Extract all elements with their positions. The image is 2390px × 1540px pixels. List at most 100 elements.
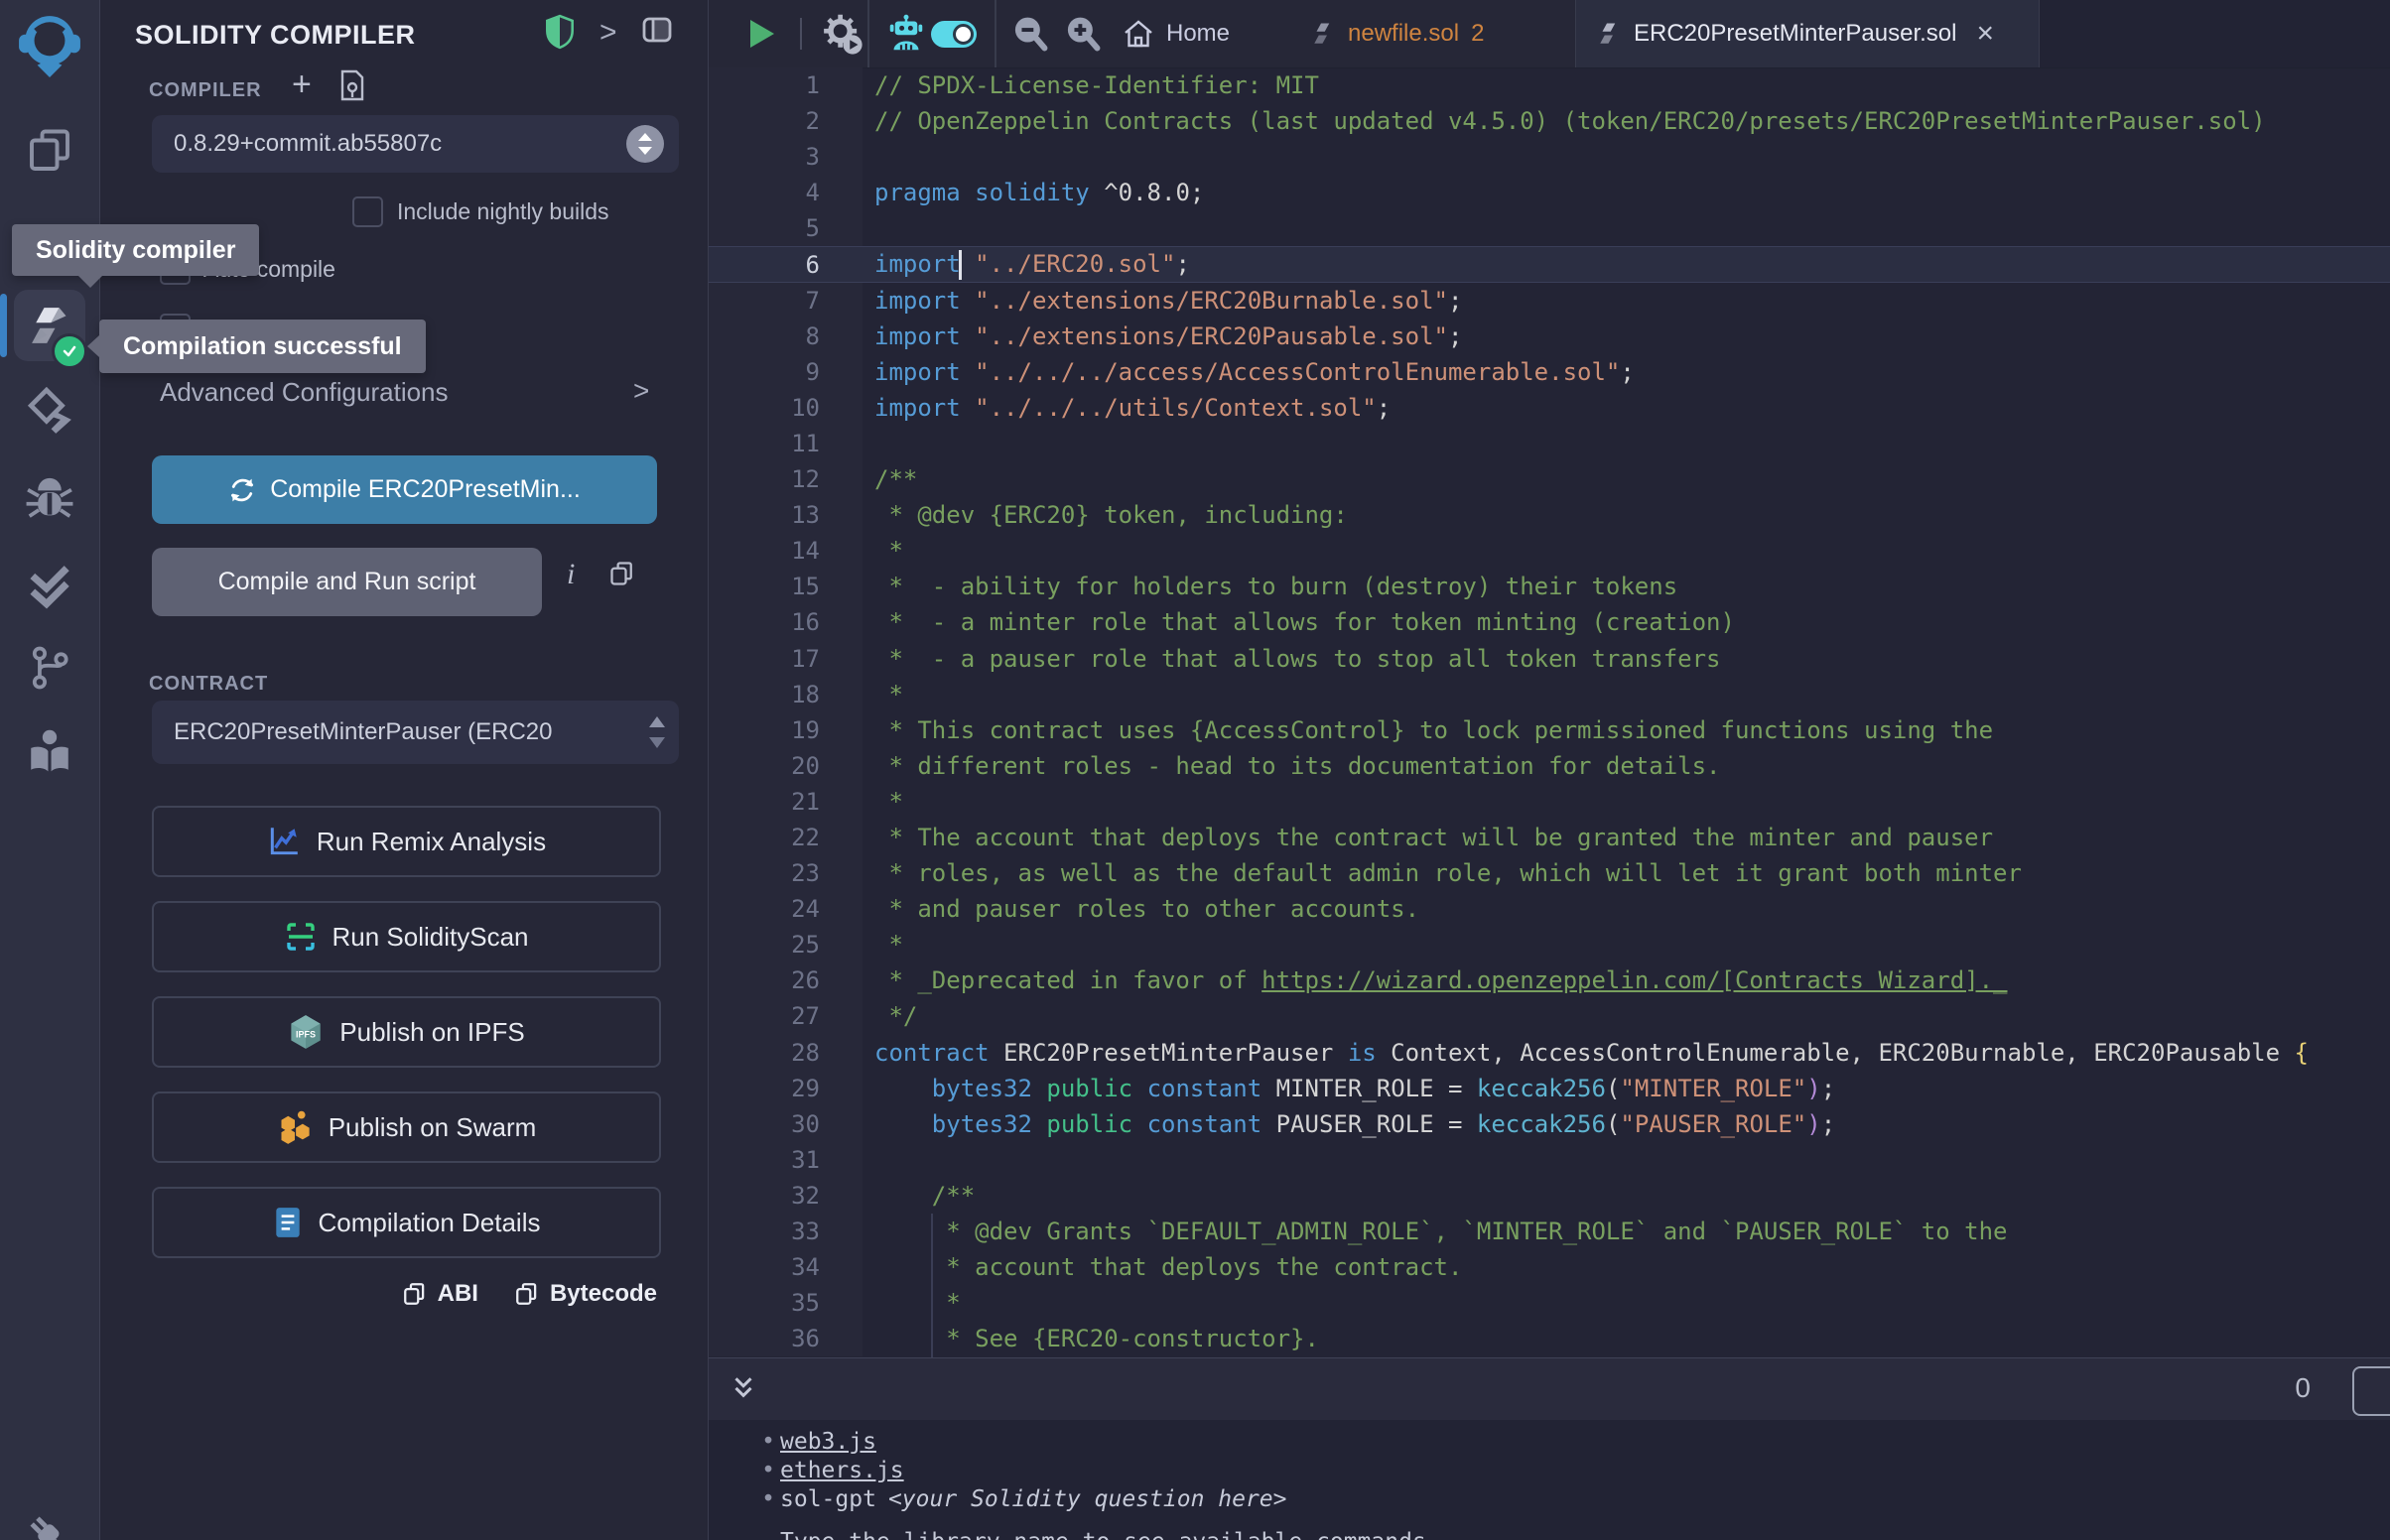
code-line[interactable]: 35 * — [709, 1285, 2390, 1321]
code-text: bytes32 public constant PAUSER_ROLE = ke… — [863, 1110, 1835, 1138]
code-line[interactable]: 33 * @dev Grants `DEFAULT_ADMIN_ROLE`, `… — [709, 1214, 2390, 1249]
compilation-details-button[interactable]: Compilation Details — [152, 1187, 661, 1258]
close-tab-icon[interactable]: × — [1976, 17, 1994, 51]
code-line[interactable]: 13 * @dev {ERC20} token, including: — [709, 497, 2390, 533]
code-line[interactable]: 8import "../extensions/ERC20Pausable.sol… — [709, 319, 2390, 354]
version-sort-icon[interactable] — [625, 124, 665, 164]
compiler-file-icon[interactable] — [338, 69, 366, 101]
toolbar-divider — [800, 18, 802, 50]
zoom-out-icon[interactable] — [1009, 13, 1051, 55]
line-number: 6 — [709, 246, 863, 282]
code-line[interactable]: 4pragma solidity ^0.8.0; — [709, 175, 2390, 210]
code-text: * — [863, 681, 903, 708]
code-line[interactable]: 18 * — [709, 677, 2390, 712]
code-line[interactable]: 24 * and pauser roles to other accounts. — [709, 891, 2390, 927]
compile-and-run-button[interactable]: Compile and Run script — [152, 548, 542, 616]
line-number: 4 — [709, 175, 863, 210]
bytecode-label: Bytecode — [550, 1280, 657, 1308]
terminal-clipped-button[interactable] — [2352, 1366, 2390, 1416]
terminal-header[interactable]: 0 — [709, 1357, 2390, 1420]
contract-select[interactable]: ERC20PresetMinterPauser (ERC20 — [152, 701, 679, 764]
run-solidityscan-button[interactable]: Run SolidityScan — [152, 901, 661, 972]
run-script-play-icon[interactable] — [746, 18, 776, 50]
code-editor[interactable]: 1// SPDX-License-Identifier: MIT2// Open… — [709, 67, 2390, 1357]
code-line[interactable]: 20 * different roles - head to its docum… — [709, 748, 2390, 784]
code-line[interactable]: 31 — [709, 1142, 2390, 1178]
plugin-manager-icon[interactable] — [0, 1510, 99, 1540]
terminal-hint: Type the library name to see available c… — [780, 1529, 1440, 1540]
line-number: 19 — [709, 712, 863, 748]
bullet-icon: • — [756, 1429, 780, 1455]
code-line[interactable]: 30 bytes32 public constant PAUSER_ROLE =… — [709, 1106, 2390, 1142]
pin-panel-icon[interactable] — [641, 14, 673, 46]
file-explorer-icon[interactable] — [0, 127, 99, 175]
deploy-run-icon[interactable] — [0, 387, 99, 437]
line-number: 12 — [709, 461, 863, 497]
code-text: import "../ERC20.sol"; — [863, 250, 1190, 280]
code-line[interactable]: 14 * — [709, 533, 2390, 569]
code-line[interactable]: 26 * _Deprecated in favor of https://wiz… — [709, 962, 2390, 998]
zoom-in-icon[interactable] — [1062, 13, 1104, 55]
ai-copilot-toggle[interactable] — [931, 21, 977, 48]
panel-title: SOLIDITY COMPILER — [135, 20, 416, 51]
code-line[interactable]: 6import "../ERC20.sol"; — [709, 246, 2390, 282]
code-line[interactable]: 2// OpenZeppelin Contracts (last updated… — [709, 103, 2390, 139]
toolbar-divider — [995, 0, 996, 67]
remix-logo-icon[interactable] — [0, 12, 99, 77]
code-line[interactable]: 7import "../extensions/ERC20Burnable.sol… — [709, 283, 2390, 319]
code-line[interactable]: 28contract ERC20PresetMinterPauser is Co… — [709, 1035, 2390, 1071]
nightly-builds-checkbox[interactable] — [352, 196, 383, 227]
code-line[interactable]: 32 /** — [709, 1178, 2390, 1214]
ethersjs-link[interactable]: ethers.js — [780, 1458, 904, 1483]
code-line[interactable]: 11 — [709, 426, 2390, 461]
code-line[interactable]: 16 * - a minter role that allows for tok… — [709, 604, 2390, 640]
learneth-icon[interactable] — [0, 726, 99, 776]
copy-bytecode-button[interactable]: Bytecode — [514, 1280, 657, 1308]
copy-abi-button[interactable]: ABI — [402, 1280, 478, 1308]
code-line[interactable]: 9import "../../../access/AccessControlEn… — [709, 354, 2390, 390]
code-line[interactable]: 5 — [709, 210, 2390, 246]
add-compiler-icon[interactable]: + — [292, 65, 312, 104]
code-line[interactable]: 25 * — [709, 927, 2390, 962]
debugger-icon[interactable] — [0, 474, 99, 524]
code-line[interactable]: 27 */ — [709, 998, 2390, 1034]
tab-newfile[interactable]: newfile.sol 2 — [1312, 0, 1484, 67]
shield-icon[interactable] — [544, 14, 576, 50]
line-number: 14 — [709, 533, 863, 569]
code-line[interactable]: 15 * - ability for holders to burn (dest… — [709, 569, 2390, 604]
collapse-terminal-icon[interactable] — [729, 1374, 758, 1404]
ai-copilot-robot-icon[interactable] — [886, 14, 926, 54]
code-line[interactable]: 34 * account that deploys the contract. — [709, 1249, 2390, 1285]
script-config-gear-icon[interactable] — [820, 12, 863, 56]
publish-on-swarm-button[interactable]: Publish on Swarm — [152, 1091, 661, 1163]
copy-script-icon[interactable] — [608, 560, 636, 587]
advanced-configurations[interactable]: Advanced Configurations — [160, 377, 449, 408]
web3js-link[interactable]: web3.js — [780, 1429, 876, 1455]
advanced-chevron-icon[interactable]: > — [633, 375, 649, 407]
git-icon[interactable] — [0, 645, 99, 691]
code-line[interactable]: 23 * roles, as well as the default admin… — [709, 855, 2390, 891]
run-remix-analysis-button[interactable]: Run Remix Analysis — [152, 806, 661, 877]
code-line[interactable]: 29 bytes32 public constant MINTER_ROLE =… — [709, 1071, 2390, 1106]
tab-erc20presetminterpauser[interactable]: ERC20PresetMinterPauser.sol × — [1575, 0, 2040, 67]
code-line[interactable]: 1// SPDX-License-Identifier: MIT — [709, 67, 2390, 103]
code-line[interactable]: 19 * This contract uses {AccessControl} … — [709, 712, 2390, 748]
copy-artifacts-row: ABI Bytecode — [152, 1280, 657, 1308]
tab-home[interactable]: Home — [1123, 0, 1230, 67]
code-line[interactable]: 21 * — [709, 784, 2390, 820]
line-number: 21 — [709, 784, 863, 820]
code-text: * @dev {ERC20} token, including: — [863, 501, 1348, 529]
compiler-version-select[interactable]: 0.8.29+commit.ab55807c — [152, 115, 679, 173]
code-line[interactable]: 22 * The account that deploys the contra… — [709, 820, 2390, 855]
collapse-chevron-icon[interactable]: > — [599, 16, 617, 50]
code-line[interactable]: 17 * - a pauser role that allows to stop… — [709, 641, 2390, 677]
info-icon[interactable]: i — [567, 558, 575, 591]
publish-on-ipfs-button[interactable]: IPFS Publish on IPFS — [152, 996, 661, 1068]
code-line[interactable]: 3 — [709, 139, 2390, 175]
code-line[interactable]: 10import "../../../utils/Context.sol"; — [709, 390, 2390, 426]
static-analysis-icon[interactable] — [0, 564, 99, 613]
line-number: 30 — [709, 1106, 863, 1142]
code-line[interactable]: 12/** — [709, 461, 2390, 497]
compile-button[interactable]: Compile ERC20PresetMin... — [152, 455, 657, 524]
code-line[interactable]: 36 * See {ERC20-constructor}. — [709, 1321, 2390, 1356]
